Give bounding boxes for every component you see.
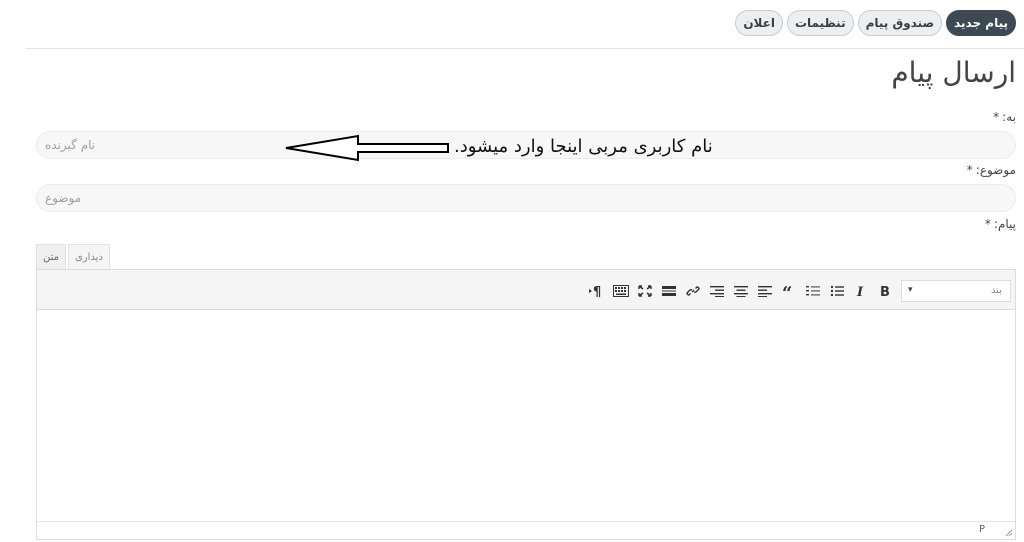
keyboard-icon[interactable] [611, 280, 631, 302]
tab-new-message[interactable]: پیام جدید [946, 10, 1016, 36]
to-label: به:* [993, 110, 1016, 124]
subject-label-text: موضوع: [975, 163, 1016, 177]
numbered-list-icon[interactable] [803, 280, 823, 302]
element-path[interactable]: P [979, 524, 985, 535]
required-marker: * [984, 217, 991, 231]
rtl-paragraph-icon[interactable]: ¶ [587, 280, 607, 302]
required-marker: * [993, 110, 1000, 124]
align-center-icon[interactable] [731, 280, 751, 302]
editor-toolbar: بند ▾ B I “ ¶ [37, 270, 1015, 310]
annotation-text: نام کاربری مربی اینجا وارد میشود. [454, 136, 713, 157]
page-title: ارسال پیام [891, 56, 1016, 89]
arrow-annotation-icon [285, 134, 449, 162]
tab-notifications[interactable]: اعلان [735, 10, 783, 36]
chevron-down-icon: ▾ [908, 285, 913, 295]
italic-icon[interactable]: I [851, 280, 871, 302]
editor-tabs: متن دیداری [36, 244, 110, 270]
message-label: پیام:* [985, 217, 1016, 231]
message-body-area[interactable] [37, 310, 1015, 521]
tab-settings[interactable]: تنظیمات [786, 10, 854, 36]
svg-text:¶: ¶ [593, 285, 601, 298]
subject-input[interactable] [36, 184, 1016, 212]
format-select-value: بند [990, 285, 1002, 296]
bullet-list-icon[interactable] [827, 280, 847, 302]
blockquote-icon[interactable]: “ [779, 280, 799, 302]
top-navigation: پیام جدید صندوق پیام تنظیمات اعلان [735, 10, 1016, 36]
fullscreen-icon[interactable] [635, 280, 655, 302]
tab-inbox[interactable]: صندوق پیام [857, 10, 943, 36]
toolbar-buttons: B I “ ¶ [587, 280, 895, 302]
svg-text:“: “ [782, 285, 792, 297]
tab-visual-mode[interactable]: دیداری [68, 244, 110, 270]
align-left-icon[interactable] [755, 280, 775, 302]
link-icon[interactable] [683, 280, 703, 302]
editor-statusbar: P [37, 521, 1015, 539]
message-label-text: پیام: [993, 217, 1016, 231]
to-label-text: به: [1002, 110, 1016, 124]
svg-text:I: I [856, 285, 864, 298]
tab-text-mode[interactable]: متن [36, 244, 66, 270]
bold-icon[interactable]: B [875, 280, 895, 302]
divider [26, 48, 1024, 49]
format-select[interactable]: بند ▾ [901, 280, 1011, 302]
svg-text:B: B [880, 285, 890, 298]
read-more-icon[interactable] [659, 280, 679, 302]
required-marker: * [966, 163, 973, 177]
subject-label: موضوع:* [967, 163, 1016, 177]
resize-handle-icon[interactable] [1003, 527, 1013, 537]
align-right-icon[interactable] [707, 280, 727, 302]
message-editor: بند ▾ B I “ ¶ P [36, 269, 1016, 540]
